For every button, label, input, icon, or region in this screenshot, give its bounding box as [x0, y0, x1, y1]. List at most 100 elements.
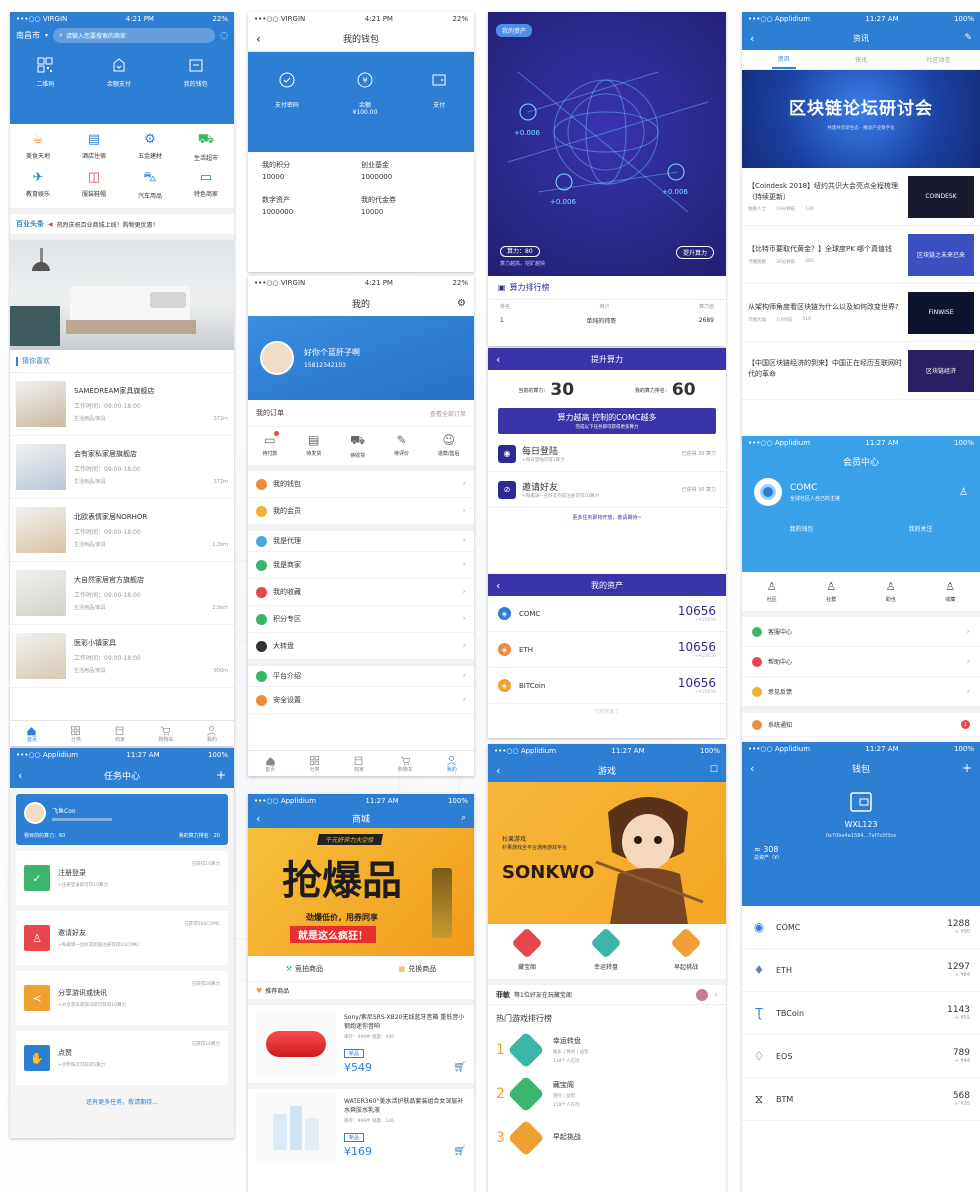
balance-button[interactable]: ¥ 余额 ¥100.00 — [353, 72, 377, 152]
game-hero-banner[interactable]: 杉果游戏 杉果游戏全平台通用游戏平台 SONKWO — [488, 782, 726, 924]
tab-community[interactable]: 社区动态 — [926, 55, 950, 64]
pay-button[interactable]: 支付 — [431, 72, 447, 152]
coin-row[interactable]: ♢ EOS 789 ≈ ¥44 — [742, 1035, 980, 1078]
friends-playing-notice[interactable]: 菲敏 等1位好友在玩藏宝阁 › — [488, 979, 726, 1005]
member-shortcut[interactable]: ♙ 助也 — [886, 580, 896, 603]
tab-my-follows[interactable]: 我的关注 — [908, 524, 932, 533]
mine-menu-item[interactable]: 安全设置 › — [248, 687, 474, 714]
asset-stat[interactable]: 数字资产 1000000 — [262, 195, 361, 216]
coin-row[interactable]: ⧖ BTM 568 ≈ ¥35 — [742, 1078, 980, 1121]
task-item[interactable]: ≺ 分享游讯或快讯 +分享游讯或快讯即可获得10算力 已获得28算力 — [16, 971, 228, 1025]
tab-home[interactable]: 首页 — [26, 725, 37, 743]
order-status-item[interactable]: ☺ 退款/售后 — [438, 433, 460, 459]
back-icon[interactable]: ‹ — [496, 764, 500, 777]
balance-pay-button[interactable]: 余额支付 — [107, 57, 131, 88]
coin-row[interactable]: ♦ ETH 1297 ≈ ¥84 — [742, 949, 980, 992]
tab-merchant[interactable]: 商家 — [114, 725, 125, 743]
category-food[interactable]: ☕ 美食天地 — [10, 132, 66, 162]
game-shortcut[interactable]: 藏宝阁 — [511, 927, 543, 971]
asset-row[interactable]: ◈ BITCoin 10656 ≈¥10656 — [488, 668, 726, 704]
tab-category[interactable]: 分类 — [309, 755, 320, 773]
user-icon[interactable]: ♙ — [959, 487, 968, 498]
order-status-item[interactable]: ⛟ 待收货 — [350, 433, 365, 459]
order-status-item[interactable]: ▤ 待发货 — [306, 433, 321, 459]
cart-icon[interactable]: 🛒︎ — [453, 1062, 466, 1073]
boost-power-button[interactable]: 提升算力 — [675, 246, 714, 259]
asset-stat[interactable]: 我的积分 10000 — [262, 160, 361, 181]
room-banner-image[interactable] — [10, 240, 234, 350]
city-selector[interactable]: 南昌市 — [16, 30, 40, 41]
tab-exchange[interactable]: ▦ 兑换商品 — [399, 964, 437, 974]
tab-mine[interactable]: 我的 — [206, 725, 217, 743]
category-car[interactable]: ⛍ 汽车用品 — [122, 170, 178, 200]
article-item[interactable]: 【Coindesk 2018】纽约共识大会亮点全程梳理（持续更新） 金融人士 19分… — [742, 168, 980, 226]
tab-category[interactable]: 分类 — [70, 725, 81, 743]
mine-menu-item[interactable]: 我的收藏 › — [248, 579, 474, 606]
edit-icon[interactable]: ✎ — [964, 33, 972, 43]
mine-menu-item[interactable]: 我的钱包 › — [248, 471, 474, 498]
order-status-item[interactable]: ✎ 待评价 — [394, 433, 409, 459]
news-ticker[interactable]: 百业头条 ◀ 热烈庆祝百业商城上线！购物更优惠！ — [10, 208, 234, 240]
member-shortcut[interactable]: ♙ 社群 — [826, 580, 836, 603]
category-supermarket[interactable]: ⛟ 生活超市 — [178, 132, 234, 162]
asset-stat[interactable]: 我的代金券 10000 — [361, 195, 460, 216]
shop-list-item[interactable]: 北欧表情家居NORHOR 工作时间：09:00-18:00 生活用品/家具 1.2km — [10, 499, 234, 562]
asset-row[interactable]: ◈ COMC 10656 ≈¥10656 — [488, 596, 726, 632]
mine-menu-item[interactable]: 我的会员 › — [248, 498, 474, 525]
product-item[interactable]: Sony/索尼SRS-XB20无线蓝牙音箱 重低音小钢炮迷你音响 库存：999件 … — [248, 999, 474, 1083]
back-icon[interactable]: ‹ — [496, 579, 500, 592]
game-rank-item[interactable]: 3 早起挑战 — [488, 1116, 726, 1160]
cart-icon[interactable]: 🛒︎ — [453, 1146, 466, 1157]
member-menu-item[interactable]: 意见反馈 › — [742, 677, 980, 707]
member-menu-item[interactable]: 系统通知 1 — [742, 707, 980, 737]
game-rank-item[interactable]: 2 藏宝阁 冒险 | 益智 118个人在玩 — [488, 1072, 726, 1116]
article-item[interactable]: 【中国区块链经济的到来】中国正在经历互联网时代的革命 区块链经济 — [742, 342, 980, 400]
category-hotel[interactable]: ▤ 酒店住宿 — [66, 132, 122, 162]
member-shortcut[interactable]: ♙ 社区 — [767, 580, 777, 603]
tab-mine[interactable]: 我的 — [446, 755, 457, 773]
order-status-item[interactable]: ▭ 待付款 — [262, 431, 279, 459]
pay-password-button[interactable]: 支付密码 — [275, 72, 299, 152]
category-store[interactable]: ▭ 特色商家 — [178, 170, 234, 200]
tab-cart[interactable]: 购物车 — [158, 725, 173, 743]
task-item[interactable]: ♙ 邀请好友 +每邀请一位好友即送注册可得10COMC 已获得500COMC — [16, 911, 228, 965]
mine-menu-item[interactable]: 我是代理 › — [248, 525, 474, 552]
asset-row[interactable]: ◈ ETH 10656 ≈¥10656 — [488, 632, 726, 668]
power-task-item[interactable]: ⊘ 邀请好友 +每邀请一名好友完成注册可得10算力 已获得 30 算力 — [488, 472, 726, 508]
search-icon[interactable]: ⌕ — [461, 813, 466, 823]
back-icon[interactable]: ‹ — [256, 32, 261, 46]
game-shortcut[interactable]: 早起挑战 — [670, 927, 702, 971]
back-icon[interactable]: ‹ — [750, 762, 754, 775]
task-item[interactable]: ✓ 注册登录 +注册登录即可得10算力 已获得16算力 — [16, 851, 228, 905]
profile-card[interactable]: 好你个蓝肝子啊 15812342103 — [248, 316, 474, 400]
mine-menu-item[interactable]: 我是商家 › — [248, 552, 474, 579]
tab-flash[interactable]: 快讯 — [855, 55, 867, 64]
forum-banner[interactable]: 区块链论坛研讨会 共建共享新生态 · 推动产业数字化 — [742, 70, 980, 168]
power-task-item[interactable]: ◉ 每日登陆 +每日登陆可得1算力 已获得 30 算力 — [488, 436, 726, 472]
back-icon[interactable]: ‹ — [256, 812, 260, 825]
mine-menu-item[interactable]: 平台介绍 › — [248, 660, 474, 687]
tab-home[interactable]: 首页 — [265, 755, 276, 773]
mine-menu-item[interactable]: 大转盘 › — [248, 633, 474, 660]
article-item[interactable]: 【比特币要取代黄金？】全球度PK 哪个真值钱 币圈观察 30分钟前 265 区块链之未来… — [742, 226, 980, 284]
mine-menu-item[interactable]: 积分专区 › — [248, 606, 474, 633]
category-hardware[interactable]: ⚙ 五金建材 — [122, 132, 178, 162]
flash-sale-banner[interactable]: 千元好评力大空惊 抢爆品 劲爆低价，用券同享 就是这么疯狂！ — [248, 828, 474, 956]
shop-list-item[interactable]: 大自然家居官方旗舰店 工作时间：09:00-18:00 生活用品/家具 2.5km — [10, 562, 234, 625]
shop-list-item[interactable]: 会有家私家居旗舰店 工作时间：09:00-18:00 生活用品/家具 372m — [10, 436, 234, 499]
member-shortcut[interactable]: ♙ 收藏 — [945, 580, 955, 603]
tab-auction[interactable]: ⚒ 竞拍商品 — [286, 964, 323, 974]
tab-news[interactable]: 资讯 — [771, 50, 796, 69]
back-icon[interactable]: ‹ — [750, 32, 754, 45]
message-icon[interactable]: ◌ — [220, 31, 228, 41]
search-input[interactable]: ⌕ 请输入您要搜索的商家 — [53, 28, 216, 43]
more-tasks-link[interactable]: 还有更多任务，敬请期待... — [10, 1091, 234, 1106]
category-clothing[interactable]: ◫ 服装鞋帽 — [66, 170, 122, 200]
tab-cart[interactable]: 购物车 — [398, 755, 413, 773]
message-icon[interactable]: ☐ — [710, 765, 718, 775]
add-icon[interactable]: + — [216, 768, 226, 782]
all-orders-link[interactable]: 查看全部订单 — [430, 409, 466, 418]
task-item[interactable]: ✋ 点赞 +点赞每次可获得5算力 已获得14算力 — [16, 1031, 228, 1085]
category-education[interactable]: ✈ 教育娱乐 — [10, 170, 66, 200]
asset-stat[interactable]: 创业基金 1000000 — [361, 160, 460, 181]
